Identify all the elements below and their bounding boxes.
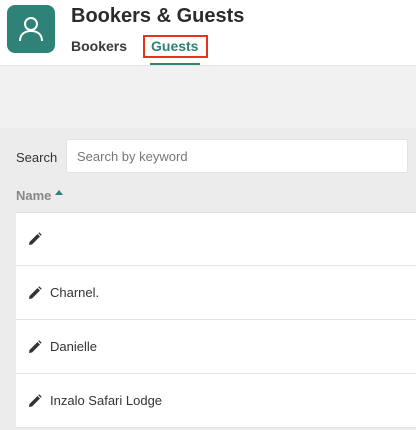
row-name: Charnel. xyxy=(50,285,100,300)
table-row[interactable]: Danielle xyxy=(16,320,416,374)
column-header-name[interactable]: Name xyxy=(16,188,64,203)
search-label: Search xyxy=(16,150,58,165)
row-name: Inzalo Safari Lodge xyxy=(50,393,163,408)
row-name: Danielle xyxy=(50,339,97,354)
user-icon xyxy=(19,17,43,42)
app-icon xyxy=(7,5,55,53)
pencil-icon[interactable] xyxy=(28,285,42,300)
column-header-label: Name xyxy=(16,188,52,203)
pencil-icon[interactable] xyxy=(28,232,42,246)
search-input[interactable] xyxy=(66,139,408,173)
table-row[interactable]: Inzalo Safari Lodge xyxy=(16,374,416,428)
table-row[interactable]: Charnel. xyxy=(16,266,416,320)
sort-ascending-icon xyxy=(55,190,64,195)
tab-guests[interactable]: Guests xyxy=(151,38,198,54)
tab-bookers[interactable]: Bookers xyxy=(71,38,127,54)
toolbar-band xyxy=(0,66,416,128)
pencil-icon[interactable] xyxy=(28,339,42,354)
pencil-icon[interactable] xyxy=(28,393,42,408)
guests-table: Charnel. Danielle Inzalo Safari Lodge xyxy=(16,212,416,428)
table-row[interactable] xyxy=(16,212,416,266)
main-content: Search Name Charnel. Danielle xyxy=(0,128,416,430)
page-title: Bookers & Guests xyxy=(71,5,245,27)
active-tab-indicator xyxy=(150,63,200,65)
page-header: Bookers & Guests Bookers Guests xyxy=(0,0,416,66)
